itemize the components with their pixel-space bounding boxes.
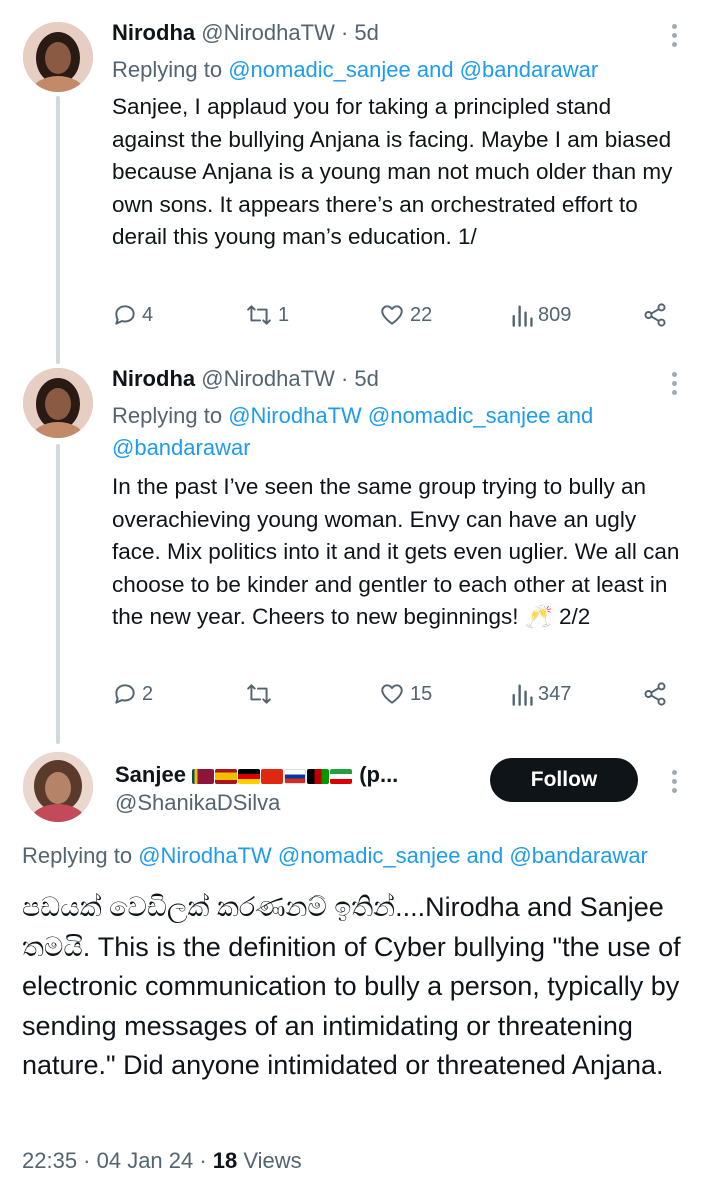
avatar[interactable] [23,22,93,92]
reply-count: 4 [142,303,154,326]
main-tweet-text: පඩයක් වෙඩිලක් කරණනම් ඉතින්....Nirodha an… [22,892,681,1080]
germany-flag-icon [238,768,261,784]
sri-lanka-flag-icon [192,768,215,784]
replying-label: Replying to [22,843,139,868]
views-icon [512,684,533,706]
reply-icon [115,305,135,325]
share-button[interactable] [642,681,668,707]
repost-count: 1 [278,303,290,326]
russia-flag-icon [284,768,307,784]
display-name[interactable]: Nirodha [112,20,195,45]
author-name-row: Sanjee (p... [115,762,398,788]
views-count: 18 [212,1148,238,1173]
iran-flag-icon [330,768,353,784]
follow-button[interactable]: Follow [490,758,638,802]
tweet-header: Nirodha @NirodhaTW · 5d [112,366,379,392]
repost-icon [247,305,271,325]
replying-to: Replying to @nomadic_sanjee and @bandara… [112,54,682,86]
replying-mentions[interactable]: @NirodhaTW @nomadic_sanjee and @bandaraw… [138,843,648,868]
replying-to: Replying to @NirodhaTW @nomadic_sanjee a… [112,400,682,464]
timestamp[interactable]: · 5d [341,366,379,391]
avatar[interactable] [23,368,93,438]
views-button[interactable]: 809 [510,302,571,328]
handle[interactable]: @NirodhaTW [201,20,335,45]
replying-to: Replying to @NirodhaTW @nomadic_sanjee a… [22,840,704,872]
timestamp[interactable]: · 5d [341,20,379,45]
reply-count: 2 [142,682,154,705]
reply-button[interactable]: 4 [112,302,153,328]
thread-line-2 [56,444,60,744]
handle[interactable]: @ShanikaDSilva [115,790,280,816]
more-icon[interactable] [672,24,678,47]
more-icon[interactable] [672,770,678,793]
tweet-actions: 4 1 22 809 [112,302,672,336]
tweet-text: In the past I’ve seen the same group try… [112,474,680,629]
views-icon [512,305,533,327]
tweet-header: Nirodha @NirodhaTW · 5d [112,20,379,46]
views-label: Views [237,1148,302,1173]
replying-label: Replying to [112,57,229,82]
like-button[interactable]: 22 [378,302,432,328]
reply-icon [115,684,135,704]
afghanistan-flag-icon [307,768,330,784]
like-count: 15 [410,682,433,705]
share-button[interactable] [642,302,668,328]
replying-label: Replying to [112,403,229,428]
replying-mentions[interactable]: @nomadic_sanjee and @bandarawar [228,57,598,82]
views-count: 809 [538,303,572,326]
spain-flag-icon [215,768,238,784]
more-icon[interactable] [672,372,678,395]
tweet-text: Sanjee, I applaud you for taking a princ… [112,94,673,249]
views-count: 347 [538,682,572,705]
tweet-timestamp-row: 22:35 · 04 Jan 24 · 18 Views [22,1148,302,1174]
tweet-actions: 2 15 347 [112,681,672,715]
repost-button[interactable] [244,681,278,707]
share-icon [644,682,666,706]
china-flag-icon [261,768,284,784]
reply-button[interactable]: 2 [112,681,153,707]
thread-line-1 [56,96,60,364]
avatar[interactable] [23,752,93,822]
display-name-suffix[interactable]: (p... [359,762,398,787]
flag-icons [192,762,359,787]
repost-icon [247,684,271,704]
like-button[interactable]: 15 [378,681,432,707]
tweet-datetime[interactable]: 22:35 · 04 Jan 24 · [22,1148,213,1173]
like-icon [381,684,403,704]
repost-button[interactable]: 1 [244,302,289,328]
like-icon [381,305,403,325]
views-button[interactable]: 347 [510,681,571,707]
handle[interactable]: @NirodhaTW [201,366,335,391]
display-name[interactable]: Sanjee [115,762,186,787]
like-count: 22 [410,303,433,326]
share-icon [644,303,666,327]
display-name[interactable]: Nirodha [112,366,195,391]
